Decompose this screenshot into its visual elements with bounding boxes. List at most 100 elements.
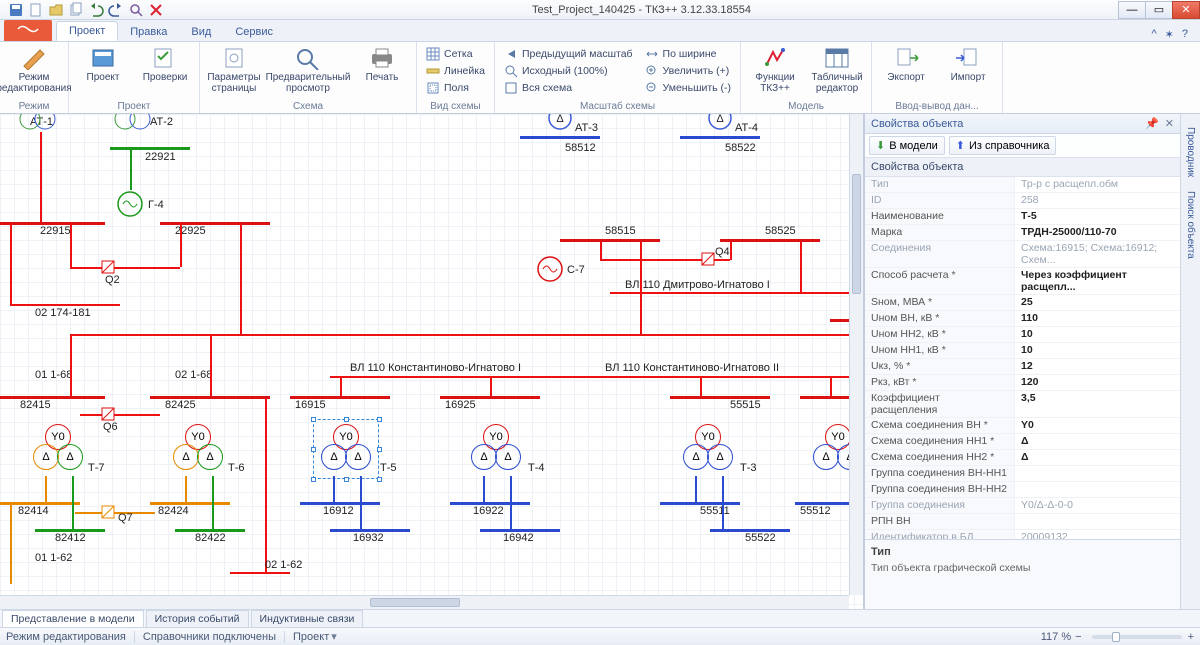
lbl-58525: 58525 [765,225,796,237]
property-row[interactable]: РПН ВН [865,514,1180,530]
property-row[interactable]: Схема соединения ВН *Y0 [865,418,1180,434]
property-row[interactable]: СоединенияСхема:16915; Схема:16912; Схем… [865,241,1180,268]
minimize-button[interactable]: — [1118,1,1146,19]
edit-mode-button[interactable]: Режимредактирования [6,44,62,94]
property-row[interactable]: Способ расчета *Через коэффициент расщеп… [865,268,1180,295]
property-row[interactable]: Коэффициент расщепления3,5 [865,391,1180,418]
maximize-button[interactable]: ▭ [1145,1,1173,19]
qat-undo-icon[interactable] [88,2,104,18]
lbl-t7: Т-7 [88,462,105,474]
lbl-02-168: 02 1-68 [175,369,212,381]
lbl-55511: 55511 [700,505,730,517]
breaker-q7[interactable] [100,504,116,520]
fields-toggle[interactable]: Поля [423,80,488,96]
tab-file[interactable] [4,20,52,41]
tab-edit[interactable]: Правка [118,23,179,41]
svg-text:Δ: Δ [556,114,564,125]
tkz-functions-button[interactable]: ФункцииТКЗ++ [747,44,803,94]
property-row[interactable]: Схема соединения НН2 *Δ [865,450,1180,466]
zoom-prev[interactable]: Предыдущий масштаб [501,46,636,62]
property-row[interactable]: Uном ВН, кВ *110 [865,311,1180,327]
ruler-toggle[interactable]: Линейка [423,63,488,79]
canvas-wrap: АТ-1 АТ-2 Δ АТ-3 58512 Δ АТ-4 58522 2292… [0,114,864,609]
workspace: АТ-1 АТ-2 Δ АТ-3 58512 Δ АТ-4 58522 2292… [0,114,1200,609]
title-bar: Test_Project_140425 - ТКЗ++ 3.12.33.1855… [0,0,1200,20]
panel-close-icon[interactable]: ✕ [1165,117,1174,130]
property-row[interactable]: Группа соединения ВН-НН1 [865,466,1180,482]
property-row[interactable]: МаркаТРДН-25000/110-70 [865,225,1180,241]
project-button[interactable]: Проект [75,44,131,83]
vtab-search[interactable]: Поиск объекта [1182,184,1199,266]
tab-project[interactable]: Проект [56,21,118,41]
table-editor-button[interactable]: Табличныйредактор [809,44,865,94]
zoom-out[interactable]: Уменьшить (-) [642,80,735,96]
grid-toggle[interactable]: Сетка [423,46,488,62]
in-model-button[interactable]: ⬇В модели [869,136,945,155]
print-button[interactable]: Печать [354,44,410,83]
preview-button[interactable]: Предварительныйпросмотр [268,44,348,94]
xfmr-t6[interactable]: Y0 Δ Δ [170,424,226,480]
xfmr-t7[interactable]: Y0 Δ Δ [30,424,86,480]
zoom-all[interactable]: Вся схема [501,80,636,96]
qat-copy-icon[interactable] [68,2,84,18]
lbl-02-174: 02 174-181 [35,307,91,319]
qat-new-icon[interactable] [28,2,44,18]
property-row[interactable]: Схема соединения НН1 *Δ [865,434,1180,450]
property-row[interactable]: НаименованиеТ-5 [865,209,1180,225]
tab-service[interactable]: Сервис [223,23,285,41]
breaker-q4[interactable] [700,251,716,267]
lbl-82414: 82414 [18,505,49,517]
ribbon-help-icon[interactable]: ? [1182,28,1188,41]
btab-model[interactable]: Представление в модели [2,610,144,627]
schematic-canvas[interactable]: АТ-1 АТ-2 Δ АТ-3 58512 Δ АТ-4 58522 2292… [0,114,863,609]
panel-pin-icon[interactable]: 📌 [1145,117,1159,130]
window-controls: — ▭ ✕ [1119,1,1200,19]
property-row[interactable]: Группа соединенияY0/Δ-Δ-0-0 [865,498,1180,514]
close-button[interactable]: ✕ [1172,1,1200,19]
property-row[interactable]: Uном НН1, кВ *10 [865,343,1180,359]
zoom-plus[interactable]: + [1188,631,1194,643]
zoom-orig[interactable]: Исходный (100%) [501,63,636,79]
ribbon-minimize-icon[interactable]: ^ [1151,28,1156,41]
qat-save-icon[interactable] [8,2,24,18]
breaker-q6[interactable] [100,406,116,422]
property-row[interactable]: Uном НН2, кВ *10 [865,327,1180,343]
tab-view[interactable]: Вид [179,23,223,41]
vtab-conductor[interactable]: Проводник [1182,120,1199,184]
zoom-slider[interactable] [1092,635,1182,639]
horizontal-scrollbar[interactable] [0,595,849,609]
group-label-model: Модель [747,100,865,113]
import-button[interactable]: Импорт [940,44,996,83]
ribbon-tabs: Проект Правка Вид Сервис ^ ✶ ? [0,20,1200,42]
property-grid[interactable]: ТипТр-р с расщепл.обмID258НаименованиеТ-… [865,177,1180,539]
btab-inductive[interactable]: Индуктивные связи [251,610,364,627]
from-ref-button[interactable]: ⬆Из справочника [949,136,1057,155]
panel-toolbar: ⬇В модели ⬆Из справочника [865,134,1180,158]
property-row[interactable]: Группа соединения ВН-НН2 [865,482,1180,498]
breaker-q2[interactable] [100,259,116,275]
qat-redo-icon[interactable] [108,2,124,18]
zoom-minus[interactable]: − [1075,631,1081,643]
status-project[interactable]: Проект [293,631,329,643]
property-row[interactable]: Sном, МВА *25 [865,295,1180,311]
export-button[interactable]: Экспорт [878,44,934,83]
vertical-scrollbar[interactable] [849,114,863,595]
qat-open-icon[interactable] [48,2,64,18]
property-row[interactable]: Uкз, % *12 [865,359,1180,375]
qat-find-icon[interactable] [128,2,144,18]
page-params-button[interactable]: Параметрыстраницы [206,44,262,94]
property-row[interactable]: Идентификатор в БД20009132 [865,530,1180,539]
xfmr-t3[interactable]: Y0 Δ Δ [680,424,736,480]
qat-delete-icon[interactable] [148,2,164,18]
zoom-fitw[interactable]: По ширине [642,46,735,62]
checks-button[interactable]: Проверки [137,44,193,83]
zoom-in[interactable]: Увеличить (+) [642,63,735,79]
xfmr-t4[interactable]: Y0 Δ Δ [468,424,524,480]
property-row[interactable]: ID258 [865,193,1180,209]
btab-history[interactable]: История событий [146,610,249,627]
lbl-vlk1: ВЛ 110 Константиново-Игнатово I [350,362,521,374]
property-row[interactable]: ТипТр-р с расщепл.обм [865,177,1180,193]
property-row[interactable]: Pкз, кВт *120 [865,375,1180,391]
ribbon-options-icon[interactable]: ✶ [1165,28,1174,41]
group-label-zoom: Масштаб схемы [501,100,734,113]
